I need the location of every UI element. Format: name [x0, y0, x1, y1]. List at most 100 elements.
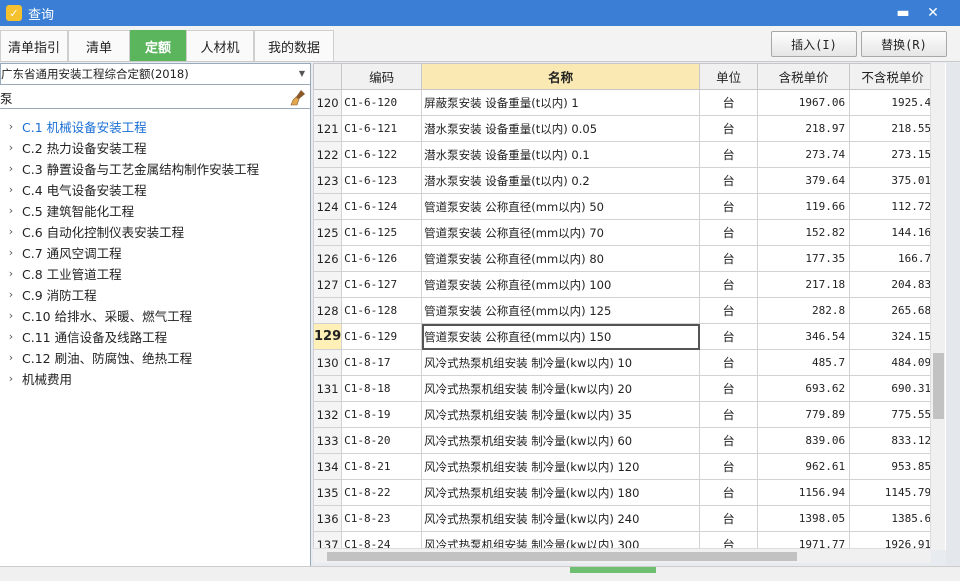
- chevron-right-icon[interactable]: ›: [0, 267, 22, 280]
- cell-price-tax[interactable]: 273.74: [757, 141, 851, 168]
- cell-price-notax[interactable]: 833.12: [849, 427, 937, 454]
- cell-name[interactable]: 风冷式热泵机组安装 制冷量(kw以内) 35: [421, 401, 701, 428]
- table-row[interactable]: 133 C1-8-20 风冷式热泵机组安装 制冷量(kw以内) 60 台 839.06 8…: [313, 427, 937, 454]
- cell-unit[interactable]: 台: [699, 375, 759, 402]
- library-select[interactable]: 广东省通用安装工程综合定额(2018) ▼: [0, 63, 311, 85]
- vertical-scrollbar[interactable]: [930, 63, 945, 550]
- insert-button[interactable]: 插入(I): [771, 31, 857, 57]
- cell-name[interactable]: 潜水泵安装 设备重量(t以内) 0.2: [421, 167, 701, 194]
- tab-quota[interactable]: 定额: [130, 30, 186, 61]
- chevron-right-icon[interactable]: ›: [0, 225, 22, 238]
- table-row[interactable]: 120 C1-6-120 屏蔽泵安装 设备重量(t以内) 1 台 1967.06 1925…: [313, 89, 937, 116]
- tree-item[interactable]: › C.10 给排水、采暖、燃气工程: [0, 305, 311, 326]
- cell-unit[interactable]: 台: [699, 219, 759, 246]
- clear-brush-icon[interactable]: [289, 89, 307, 106]
- cell-name[interactable]: 潜水泵安装 设备重量(t以内) 0.05: [421, 115, 701, 142]
- cell-price-notax[interactable]: 1145.79: [849, 479, 937, 506]
- table-row[interactable]: 125 C1-6-125 管道泵安装 公称直径(mm以内) 70 台 152.82 144…: [313, 219, 937, 246]
- cell-name[interactable]: 管道泵安装 公称直径(mm以内) 125: [421, 297, 701, 324]
- cell-unit[interactable]: 台: [699, 89, 759, 116]
- table-row[interactable]: 127 C1-6-127 管道泵安装 公称直径(mm以内) 100 台 217.18 20…: [313, 271, 937, 298]
- cell-name[interactable]: 潜水泵安装 设备重量(t以内) 0.1: [421, 141, 701, 168]
- cell-price-notax[interactable]: 144.16: [849, 219, 937, 246]
- table-row[interactable]: 132 C1-8-19 风冷式热泵机组安装 制冷量(kw以内) 35 台 779.89 7…: [313, 401, 937, 428]
- chevron-right-icon[interactable]: ›: [0, 162, 22, 175]
- cell-unit[interactable]: 台: [699, 271, 759, 298]
- cell-price-notax[interactable]: 690.31: [849, 375, 937, 402]
- cell-code[interactable]: C1-8-18: [341, 375, 423, 402]
- cell-unit[interactable]: 台: [699, 323, 759, 350]
- cell-code[interactable]: C1-8-20: [341, 427, 423, 454]
- cell-price-tax[interactable]: 282.8: [757, 297, 851, 324]
- chevron-right-icon[interactable]: ›: [0, 288, 22, 301]
- cell-price-tax[interactable]: 839.06: [757, 427, 851, 454]
- cell-code[interactable]: C1-8-22: [341, 479, 423, 506]
- cell-code[interactable]: C1-6-121: [341, 115, 423, 142]
- table-row[interactable]: 135 C1-8-22 风冷式热泵机组安装 制冷量(kw以内) 180 台 1156.9…: [313, 479, 937, 506]
- chevron-right-icon[interactable]: ›: [0, 204, 22, 217]
- cell-name[interactable]: 风冷式热泵机组安装 制冷量(kw以内) 20: [421, 375, 701, 402]
- table-row[interactable]: 126 C1-6-126 管道泵安装 公称直径(mm以内) 80 台 177.35 166…: [313, 245, 937, 272]
- tree-item[interactable]: › C.2 热力设备安装工程: [0, 137, 311, 158]
- cell-code[interactable]: C1-6-125: [341, 219, 423, 246]
- cell-price-tax[interactable]: 779.89: [757, 401, 851, 428]
- tab-bill[interactable]: 清单: [68, 30, 130, 61]
- chevron-right-icon[interactable]: ›: [0, 120, 22, 133]
- cell-price-notax[interactable]: 1925.4: [849, 89, 937, 116]
- search-input[interactable]: 泵: [0, 88, 13, 107]
- chevron-right-icon[interactable]: ›: [0, 372, 22, 385]
- cell-unit[interactable]: 台: [699, 401, 759, 428]
- cell-unit[interactable]: 台: [699, 141, 759, 168]
- chevron-right-icon[interactable]: ›: [0, 246, 22, 259]
- cell-name[interactable]: 管道泵安装 公称直径(mm以内) 70: [421, 219, 701, 246]
- cell-price-notax[interactable]: 166.7: [849, 245, 937, 272]
- col-header-code[interactable]: 编码: [341, 63, 423, 90]
- horizontal-scrollbar[interactable]: [313, 548, 931, 563]
- cell-price-tax[interactable]: 1967.06: [757, 89, 851, 116]
- cell-unit[interactable]: 台: [699, 297, 759, 324]
- cell-code[interactable]: C1-6-128: [341, 297, 423, 324]
- cell-price-tax[interactable]: 693.62: [757, 375, 851, 402]
- cell-code[interactable]: C1-8-23: [341, 505, 423, 532]
- cell-price-tax[interactable]: 485.7: [757, 349, 851, 376]
- tab-labor-material[interactable]: 人材机: [186, 30, 254, 61]
- cell-name[interactable]: 风冷式热泵机组安装 制冷量(kw以内) 60: [421, 427, 701, 454]
- cell-unit[interactable]: 台: [699, 115, 759, 142]
- chevron-down-icon[interactable]: ▼: [299, 69, 305, 78]
- cell-name[interactable]: 风冷式热泵机组安装 制冷量(kw以内) 180: [421, 479, 701, 506]
- chevron-right-icon[interactable]: ›: [0, 183, 22, 196]
- chevron-right-icon[interactable]: ›: [0, 309, 22, 322]
- table-row[interactable]: 124 C1-6-124 管道泵安装 公称直径(mm以内) 50 台 119.66 112…: [313, 193, 937, 220]
- cell-code[interactable]: C1-6-120: [341, 89, 423, 116]
- cell-name[interactable]: 风冷式热泵机组安装 制冷量(kw以内) 10: [421, 349, 701, 376]
- minimize-icon[interactable]: ▬: [894, 4, 912, 22]
- cell-unit[interactable]: 台: [699, 427, 759, 454]
- chevron-right-icon[interactable]: ›: [0, 141, 22, 154]
- cell-price-tax[interactable]: 1398.05: [757, 505, 851, 532]
- cell-price-tax[interactable]: 152.82: [757, 219, 851, 246]
- cell-name[interactable]: 管道泵安装 公称直径(mm以内) 50: [421, 193, 701, 220]
- tree-item[interactable]: › C.3 静置设备与工艺金属结构制作安装工程: [0, 158, 311, 179]
- cell-price-tax[interactable]: 1156.94: [757, 479, 851, 506]
- cell-name[interactable]: 管道泵安装 公称直径(mm以内) 150: [421, 323, 701, 350]
- cell-price-tax[interactable]: 379.64: [757, 167, 851, 194]
- cell-price-notax[interactable]: 775.55: [849, 401, 937, 428]
- resize-handle[interactable]: [570, 567, 656, 573]
- cell-name[interactable]: 风冷式热泵机组安装 制冷量(kw以内) 120: [421, 453, 701, 480]
- tree-item[interactable]: › 机械费用: [0, 368, 311, 389]
- table-row[interactable]: 128 C1-6-128 管道泵安装 公称直径(mm以内) 125 台 282.8 265…: [313, 297, 937, 324]
- cell-code[interactable]: C1-6-129: [341, 323, 423, 350]
- col-header-unit[interactable]: 单位: [699, 63, 759, 90]
- cell-name[interactable]: 管道泵安装 公称直径(mm以内) 100: [421, 271, 701, 298]
- table-row[interactable]: 122 C1-6-122 潜水泵安装 设备重量(t以内) 0.1 台 273.74 273…: [313, 141, 937, 168]
- tab-my-data[interactable]: 我的数据: [254, 30, 334, 61]
- cell-price-tax[interactable]: 218.97: [757, 115, 851, 142]
- cell-code[interactable]: C1-6-126: [341, 245, 423, 272]
- cell-unit[interactable]: 台: [699, 245, 759, 272]
- tree-item[interactable]: › C.11 通信设备及线路工程: [0, 326, 311, 347]
- cell-price-tax[interactable]: 217.18: [757, 271, 851, 298]
- cell-price-notax[interactable]: 1385.6: [849, 505, 937, 532]
- tree-item[interactable]: › C.1 机械设备安装工程: [0, 116, 311, 137]
- cell-code[interactable]: C1-6-122: [341, 141, 423, 168]
- cell-code[interactable]: C1-8-17: [341, 349, 423, 376]
